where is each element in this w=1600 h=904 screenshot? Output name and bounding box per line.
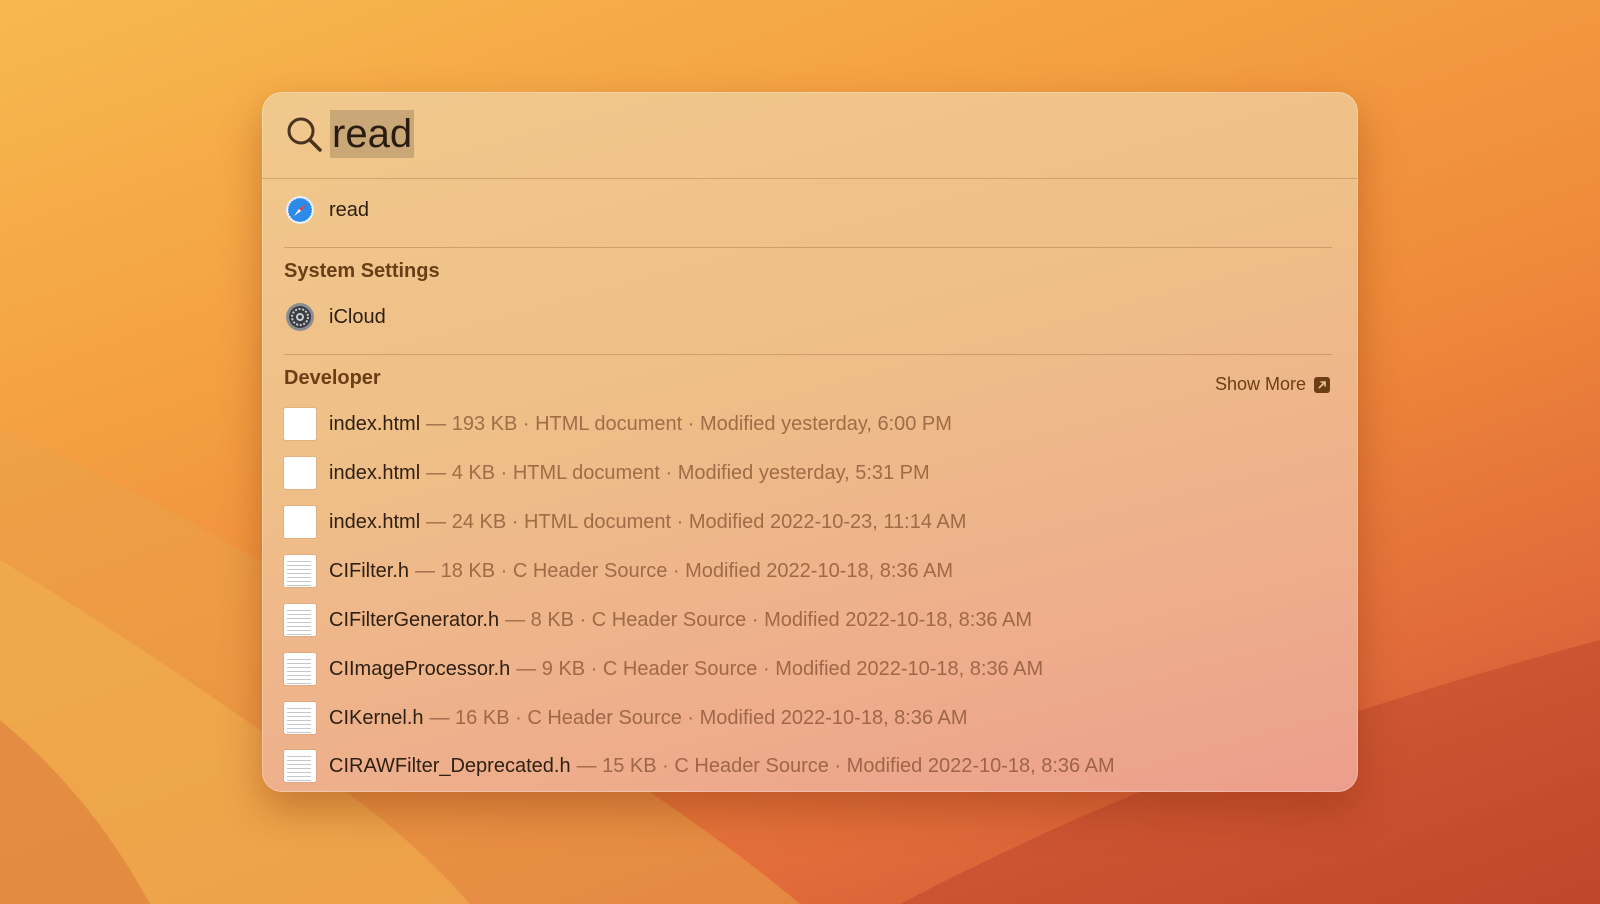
search-icon (287, 117, 322, 152)
section-title-developer: Developer (284, 367, 381, 389)
file-result-row[interactable]: CIImageProcessor.h — 9 KB · C Header Sou… (284, 649, 1043, 689)
file-name: CIFilterGenerator.h (329, 608, 500, 631)
file-name: index.html (329, 510, 421, 533)
file-meta: — 8 KB · C Header Source · Modified 2022… (505, 608, 1033, 631)
file-name: index.html (329, 461, 421, 484)
settings-item-label: iCloud (329, 305, 386, 328)
file-meta: — 4 KB · HTML document · Modified yester… (426, 461, 930, 484)
file-result-row[interactable]: CIRAWFilter_Deprecated.h — 15 KB · C Hea… (284, 746, 1115, 786)
file-name: CIFilter.h (329, 559, 410, 582)
show-more-label: Show More (1214, 374, 1306, 394)
file-meta: — 16 KB · C Header Source · Modified 202… (429, 706, 968, 729)
file-name: CIRAWFilter_Deprecated.h (329, 754, 571, 777)
search-bar[interactable]: read (262, 92, 1358, 179)
file-name: CIKernel.h (329, 706, 424, 729)
file-meta: — 18 KB · C Header Source · Modified 202… (415, 559, 954, 582)
file-result-row[interactable]: index.html — 193 KB · HTML document · Mo… (284, 404, 952, 444)
file-result-row[interactable]: CIKernel.h — 16 KB · C Header Source · M… (284, 698, 968, 738)
search-input[interactable]: read (330, 110, 415, 158)
file-result-row[interactable]: CIFilterGenerator.h — 8 KB · C Header So… (284, 600, 1032, 640)
section-title-system-settings: System Settings (284, 260, 440, 282)
safari-compass-icon (284, 194, 316, 226)
show-more-button[interactable]: Show More (1215, 374, 1330, 395)
system-settings-gear-icon (284, 301, 316, 333)
file-result-row[interactable]: index.html — 4 KB · HTML document · Modi… (284, 453, 930, 493)
header-document-icon (284, 702, 316, 734)
file-meta: — 9 KB · C Header Source · Modified 2022… (516, 657, 1044, 680)
web-search-label: read (329, 198, 370, 221)
file-name: CIImageProcessor.h (329, 657, 511, 680)
header-document-icon (284, 604, 316, 636)
file-name: index.html (329, 412, 421, 435)
settings-item-icloud[interactable]: iCloud (284, 297, 386, 337)
blank-document-icon (284, 457, 316, 489)
file-meta: — 193 KB · HTML document · Modified yest… (426, 412, 952, 435)
divider (284, 354, 1332, 355)
file-meta: — 24 KB · HTML document · Modified 2022-… (426, 510, 967, 533)
divider (284, 247, 1332, 248)
file-result-row[interactable]: CIFilter.h — 18 KB · C Header Source · M… (284, 551, 953, 591)
blank-document-icon (284, 506, 316, 538)
header-document-icon (284, 750, 316, 782)
spotlight-panel: read read System Settings iCloud Develop… (262, 92, 1358, 792)
blank-document-icon (284, 408, 316, 440)
file-result-row[interactable]: index.html — 24 KB · HTML document · Mod… (284, 502, 966, 542)
arrow-up-right-icon (1314, 376, 1330, 393)
file-meta: — 15 KB · C Header Source · Modified 202… (576, 754, 1115, 777)
header-document-icon (284, 555, 316, 587)
header-document-icon (284, 653, 316, 685)
web-search-result[interactable]: read (284, 190, 369, 230)
